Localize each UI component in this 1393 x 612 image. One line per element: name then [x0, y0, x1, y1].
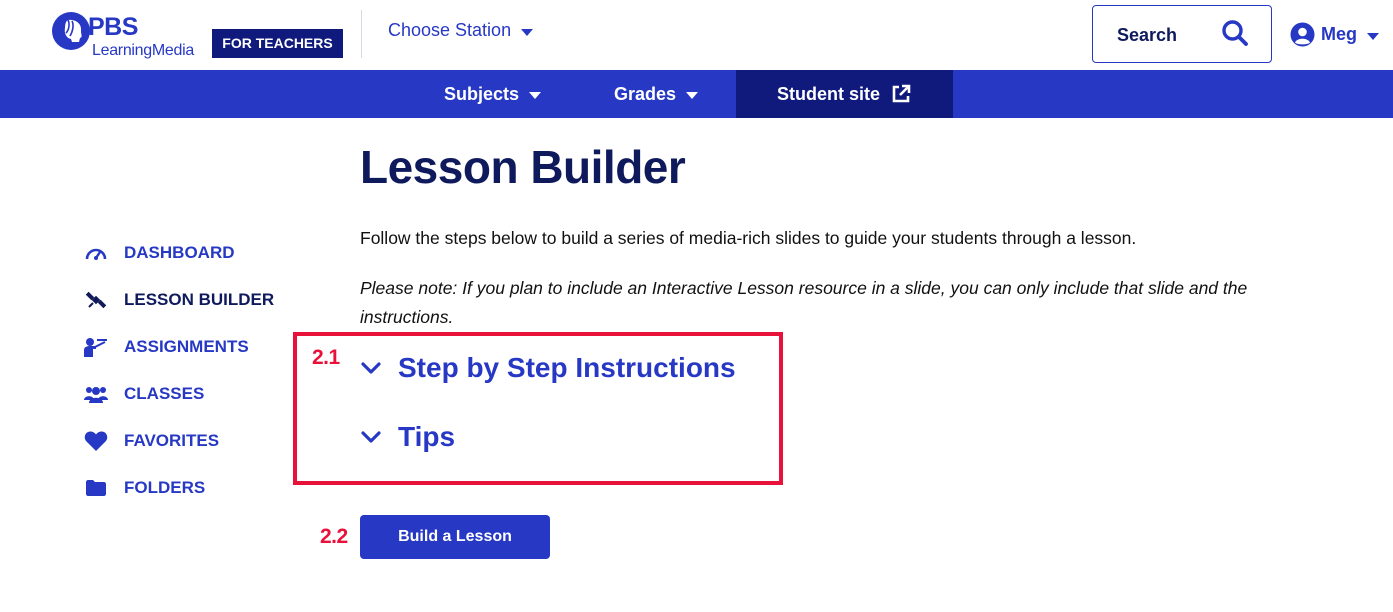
sidebar-item-assignments[interactable]: ASSIGNMENTS: [84, 334, 249, 360]
accordion-tips-label: Tips: [398, 421, 456, 452]
sidebar-item-lesson-builder[interactable]: LESSON BUILDER: [84, 287, 274, 313]
teacher-board-icon: [84, 336, 108, 358]
for-teachers-badge: FOR TEACHERS: [212, 29, 343, 58]
sidebar-item-folders[interactable]: FOLDERS: [84, 475, 205, 501]
build-lesson-button[interactable]: Build a Lesson: [360, 515, 550, 559]
chevron-down-icon: [361, 431, 381, 443]
site-header: PBS LearningMedia FOR TEACHERS Choose St…: [0, 0, 1393, 70]
annotation-step-2-2: 2.2: [320, 525, 348, 548]
nav-subjects[interactable]: Subjects: [444, 70, 542, 118]
annotation-step-2-1: 2.1: [312, 346, 340, 369]
sidebar-label-lesson-builder: LESSON BUILDER: [124, 290, 275, 309]
choose-station-dropdown[interactable]: Choose Station: [388, 20, 534, 41]
search-label: Search: [1117, 25, 1178, 45]
main-navbar: Subjects Grades Student site: [0, 70, 1393, 118]
logo-subtitle: LearningMedia: [92, 42, 194, 59]
nav-grades-label: Grades: [614, 83, 677, 104]
chevron-down-icon: [529, 92, 542, 99]
sidebar-label-dashboard: DASHBOARD: [124, 243, 235, 262]
user-menu[interactable]: Meg: [1290, 22, 1379, 47]
chevron-down-icon: [1367, 32, 1379, 40]
search-button[interactable]: Search: [1092, 5, 1272, 63]
pbs-learningmedia-logo[interactable]: PBS LearningMedia: [52, 12, 202, 62]
logo-pbs-text: PBS: [88, 13, 138, 41]
nav-grades[interactable]: Grades: [614, 70, 699, 118]
chevron-down-icon: [686, 92, 699, 99]
accordion-step-by-step[interactable]: Step by Step Instructions: [360, 352, 736, 384]
folder-icon: [84, 477, 108, 499]
pbs-head-icon: [52, 12, 90, 50]
nav-student-site[interactable]: Student site: [736, 70, 953, 118]
page-title: Lesson Builder: [360, 141, 686, 193]
chevron-down-icon: [361, 362, 381, 374]
external-link-icon: [892, 84, 911, 103]
user-name: Meg: [1321, 24, 1357, 44]
sidebar-label-assignments: ASSIGNMENTS: [124, 337, 249, 356]
accordion-step-by-step-label: Step by Step Instructions: [398, 352, 736, 383]
accordion-tips[interactable]: Tips: [360, 421, 455, 453]
heart-icon: [84, 430, 108, 452]
sidebar-item-classes[interactable]: CLASSES: [84, 381, 204, 407]
choose-station-label: Choose Station: [388, 20, 512, 40]
users-icon: [84, 383, 108, 405]
satellite-icon: [84, 289, 108, 311]
sidebar-label-favorites: FAVORITES: [124, 431, 220, 450]
gauge-icon: [84, 242, 108, 264]
nav-student-site-label: Student site: [776, 83, 880, 104]
nav-subjects-label: Subjects: [444, 83, 520, 104]
note-text: Please note: If you plan to include an I…: [360, 278, 1248, 327]
sidebar-label-folders: FOLDERS: [124, 478, 206, 497]
sidebar-label-classes: CLASSES: [124, 384, 205, 403]
intro-text: Follow the steps below to build a series…: [360, 228, 1137, 248]
chevron-down-icon: [521, 28, 534, 36]
search-icon: [1222, 20, 1248, 46]
sidebar-item-dashboard[interactable]: DASHBOARD: [84, 240, 235, 266]
sidebar-item-favorites[interactable]: FAVORITES: [84, 428, 219, 454]
header-divider: [361, 10, 362, 58]
user-avatar-icon: [1290, 22, 1315, 47]
